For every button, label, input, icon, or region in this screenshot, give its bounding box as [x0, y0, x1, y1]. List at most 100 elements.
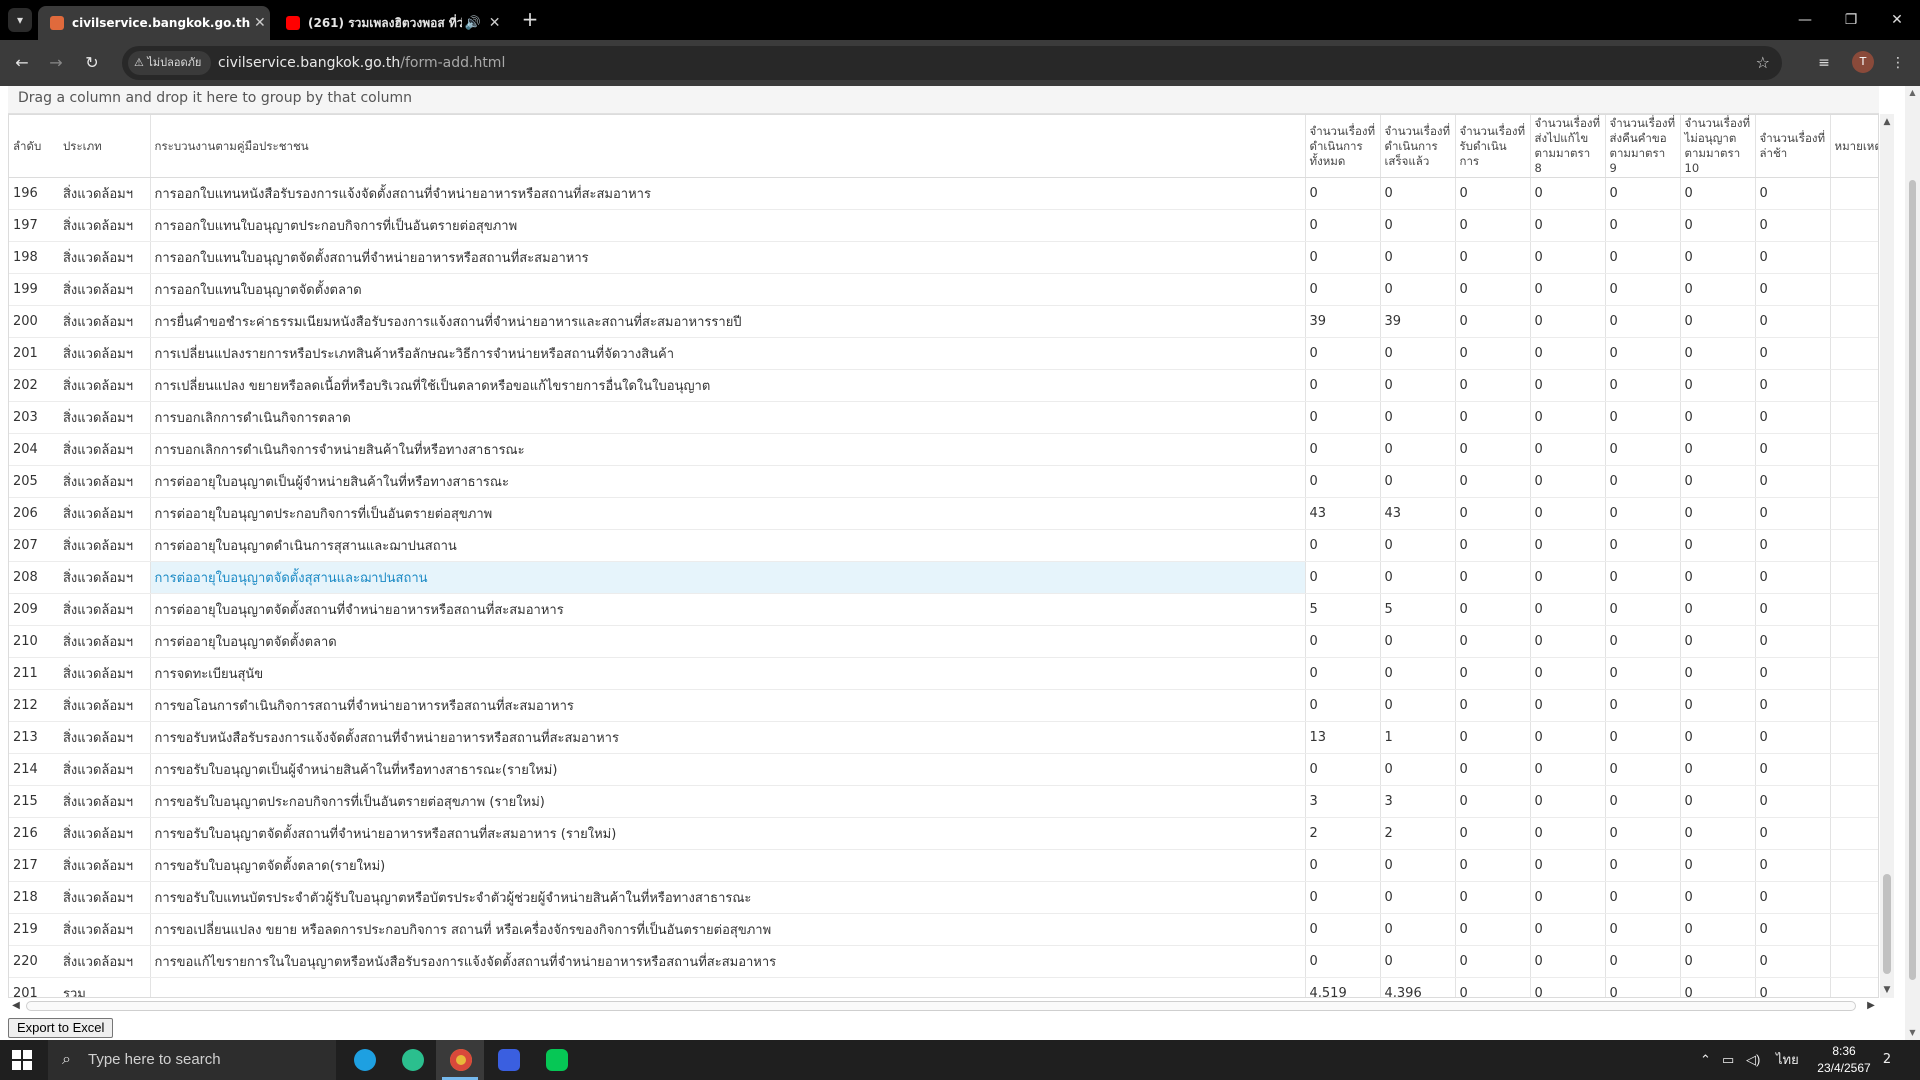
- restore-icon[interactable]: ❐: [1828, 0, 1874, 40]
- not-secure-chip[interactable]: ⚠ ไม่ปลอดภัย: [128, 51, 212, 75]
- cell-process[interactable]: การต่ออายุใบอนุญาตจัดตั้งสถานที่จำหน่ายอ…: [149, 593, 1306, 626]
- cell-process[interactable]: การขอรับหนังสือรับรองการแจ้งจัดตั้งสถานท…: [149, 721, 1306, 754]
- new-tab-button[interactable]: +: [518, 8, 542, 32]
- table-row[interactable]: 212 สิ่งแวดล้อมฯ การขอโอนการดำเนินกิจการสถ…: [9, 689, 1878, 722]
- cell-process[interactable]: การออกใบแทนหนังสือรับรองการแจ้งจัดตั้งสถ…: [149, 177, 1306, 210]
- cell-process[interactable]: การต่ออายุใบอนุญาตดำเนินการสุสานและฌาปนส…: [149, 529, 1306, 562]
- reload-icon[interactable]: ↻: [80, 51, 104, 75]
- cell-process[interactable]: การต่ออายุใบอนุญาตเป็นผู้จำหน่ายสินค้าใน…: [149, 465, 1306, 498]
- tab-civilservice[interactable]: civilservice.bangkok.go.th/forn ✕: [38, 6, 270, 40]
- table-row[interactable]: 203 สิ่งแวดล้อมฯ การบอกเลิกการดำเนินกิจการ…: [9, 401, 1878, 434]
- forward-arrow-icon[interactable]: →: [44, 51, 68, 75]
- cell-process[interactable]: การต่ออายุใบอนุญาตจัดตั้งตลาด: [149, 625, 1306, 658]
- column-header-sec10[interactable]: จำนวนเรื่องที่ไม่อนุญาตตามมาตรา 10: [1680, 115, 1756, 178]
- table-row[interactable]: 214 สิ่งแวดล้อมฯ การขอรับใบอนุญาตเป็นผู้จำ…: [9, 753, 1878, 786]
- cell-process[interactable]: การต่ออายุใบอนุญาตจัดตั้งสุสานและฌาปนสถา…: [149, 561, 1306, 594]
- scroll-right-icon[interactable]: ▶: [1863, 998, 1879, 1014]
- column-header-sec9[interactable]: จำนวนเรื่องที่ส่งคืนคำขอตามมาตรา 9: [1605, 115, 1681, 178]
- cell-process[interactable]: การขอแก้ไขรายการในใบอนุญาตหรือหนังสือรับ…: [149, 945, 1306, 978]
- table-row[interactable]: 219 สิ่งแวดล้อมฯ การขอเปลี่ยนแปลง ขยาย หรื…: [9, 913, 1878, 946]
- tab-search-button[interactable]: ▾: [8, 8, 32, 32]
- cell-process[interactable]: การยื่นคำขอชำระค่าธรรมเนียมหนังสือรับรอง…: [149, 305, 1306, 338]
- taskbar-search-box[interactable]: ⌕ Type here to search: [48, 1040, 336, 1080]
- scroll-thumb[interactable]: [1883, 874, 1891, 974]
- cell-process[interactable]: การขอรับใบอนุญาตจัดตั้งสถานที่จำหน่ายอาห…: [149, 817, 1306, 850]
- page-scroll-down-icon[interactable]: ▼: [1905, 1026, 1920, 1040]
- language-indicator[interactable]: ไทย: [1776, 1040, 1799, 1080]
- profile-avatar[interactable]: T: [1852, 51, 1874, 73]
- page-scroll-up-icon[interactable]: ▲: [1905, 86, 1920, 100]
- cell-process[interactable]: การขอรับใบแทนบัตรประจำตัวผู้รับใบอนุญาตห…: [149, 881, 1306, 914]
- table-row[interactable]: 211 สิ่งแวดล้อมฯ การจดทะเบียนสุนัข 0 0 0 0 0 0 0: [9, 657, 1878, 690]
- table-row[interactable]: 201 สิ่งแวดล้อมฯ การเปลี่ยนแปลงรายการหรือป…: [9, 337, 1878, 370]
- group-by-panel[interactable]: Drag a column and drop it here to group …: [8, 86, 1879, 114]
- cell-process[interactable]: การจดทะเบียนสุนัข: [149, 657, 1306, 690]
- table-row[interactable]: 197 สิ่งแวดล้อมฯ การออกใบแทนใบอนุญาตประกอบ…: [9, 209, 1878, 242]
- cell-process[interactable]: การบอกเลิกการดำเนินกิจการตลาด: [149, 401, 1306, 434]
- cell-process[interactable]: การเปลี่ยนแปลงรายการหรือประเภทสินค้าหรือ…: [149, 337, 1306, 370]
- bookmark-star-icon[interactable]: ☆: [1756, 53, 1770, 72]
- cell-process[interactable]: การบอกเลิกการดำเนินกิจการจำหน่ายสินค้าใน…: [149, 433, 1306, 466]
- cell-process[interactable]: การขอรับใบอนุญาตประกอบกิจการที่เป็นอันตร…: [149, 785, 1306, 818]
- edge-icon[interactable]: [388, 1040, 436, 1080]
- column-header-type[interactable]: ประเภท: [59, 115, 150, 178]
- table-row[interactable]: 216 สิ่งแวดล้อมฯ การขอรับใบอนุญาตจัดตั้งสถ…: [9, 817, 1878, 850]
- table-row[interactable]: 200 สิ่งแวดล้อมฯ การยื่นคำขอชำระค่าธรรมเนี…: [9, 305, 1878, 338]
- cell-process[interactable]: การขอรับใบอนุญาตเป็นผู้จำหน่ายสินค้าในที…: [149, 753, 1306, 786]
- tray-chevron-icon[interactable]: ⌃: [1700, 1040, 1711, 1080]
- network-icon[interactable]: ▭: [1722, 1040, 1734, 1080]
- column-header-received[interactable]: จำนวนเรื่องที่รับดำเนินการ: [1455, 115, 1531, 178]
- media-controls-icon[interactable]: ≡: [1812, 51, 1836, 75]
- grid-horizontal-scrollbar[interactable]: ◀ ▶: [8, 998, 1879, 1014]
- table-row[interactable]: 207 สิ่งแวดล้อมฯ การต่ออายุใบอนุญาตดำเนินก…: [9, 529, 1878, 562]
- address-bar[interactable]: ⚠ ไม่ปลอดภัย civilservice.bangkok.go.th/…: [122, 46, 1782, 80]
- table-row[interactable]: 196 สิ่งแวดล้อมฯ การออกใบแทนหนังสือรับรองก…: [9, 177, 1878, 210]
- table-row[interactable]: 213 สิ่งแวดล้อมฯ การขอรับหนังสือรับรองการแ…: [9, 721, 1878, 754]
- table-row[interactable]: 209 สิ่งแวดล้อมฯ การต่ออายุใบอนุญาตจัดตั้ง…: [9, 593, 1878, 626]
- menu-kebab-icon[interactable]: ⋮: [1886, 51, 1910, 75]
- app-w-icon[interactable]: [484, 1040, 532, 1080]
- total-row[interactable]: 201 รวม 4,519 4,396 0 0 0 0 0: [9, 977, 1878, 997]
- scroll-down-icon[interactable]: ▼: [1880, 982, 1894, 998]
- export-to-excel-button[interactable]: Export to Excel: [8, 1018, 114, 1038]
- table-row[interactable]: 199 สิ่งแวดล้อมฯ การออกใบแทนใบอนุญาตจัดตั้…: [9, 273, 1878, 306]
- table-row[interactable]: 198 สิ่งแวดล้อมฯ การออกใบแทนใบอนุญาตจัดตั้…: [9, 241, 1878, 274]
- column-header-total[interactable]: จำนวนเรื่องที่ดำเนินการทั้งหมด: [1305, 115, 1381, 178]
- table-row[interactable]: 206 สิ่งแวดล้อมฯ การต่ออายุใบอนุญาตประกอบก…: [9, 497, 1878, 530]
- column-header-note[interactable]: หมายเหตุ: [1830, 115, 1878, 178]
- cell-process[interactable]: การต่ออายุใบอนุญาตประกอบกิจการที่เป็นอัน…: [149, 497, 1306, 530]
- minimize-icon[interactable]: —: [1782, 0, 1828, 40]
- chrome-icon[interactable]: [436, 1040, 484, 1080]
- volume-icon[interactable]: ◁): [1746, 1040, 1760, 1080]
- notification-icon[interactable]: 2: [1876, 1050, 1898, 1070]
- table-row[interactable]: 204 สิ่งแวดล้อมฯ การบอกเลิกการดำเนินกิจการ…: [9, 433, 1878, 466]
- line-icon[interactable]: [532, 1040, 580, 1080]
- column-header-no[interactable]: ลำดับ: [9, 115, 59, 178]
- table-row[interactable]: 205 สิ่งแวดล้อมฯ การต่ออายุใบอนุญาตเป็นผู้…: [9, 465, 1878, 498]
- table-row[interactable]: 215 สิ่งแวดล้อมฯ การขอรับใบอนุญาตประกอบกิจ…: [9, 785, 1878, 818]
- table-row[interactable]: 210 สิ่งแวดล้อมฯ การต่ออายุใบอนุญาตจัดตั้ง…: [9, 625, 1878, 658]
- column-header-done[interactable]: จำนวนเรื่องที่ดำเนินการเสร็จแล้ว: [1380, 115, 1456, 178]
- scroll-left-icon[interactable]: ◀: [8, 998, 24, 1014]
- tab-youtube[interactable]: (261) รวมเพลงฮิตวงพอส ที่ว่า 🔊 ✕: [274, 6, 506, 40]
- clock[interactable]: 8:36 23/4/2567: [1804, 1043, 1884, 1077]
- cell-process[interactable]: การขอรับใบอนุญาตจัดตั้งตลาด(รายใหม่): [149, 849, 1306, 882]
- table-row[interactable]: 217 สิ่งแวดล้อมฯ การขอรับใบอนุญาตจัดตั้งตล…: [9, 849, 1878, 882]
- table-row[interactable]: 218 สิ่งแวดล้อมฯ การขอรับใบแทนบัตรประจำตัว…: [9, 881, 1878, 914]
- cell-process[interactable]: การออกใบแทนใบอนุญาตจัดตั้งสถานที่จำหน่าย…: [149, 241, 1306, 274]
- internet-explorer-icon[interactable]: [340, 1040, 388, 1080]
- page-scroll-thumb[interactable]: [1909, 180, 1916, 980]
- scroll-up-icon[interactable]: ▲: [1880, 114, 1894, 130]
- close-window-icon[interactable]: ✕: [1874, 0, 1920, 40]
- url-text[interactable]: civilservice.bangkok.go.th/form-add.html: [218, 46, 505, 80]
- back-arrow-icon[interactable]: ←: [10, 51, 34, 75]
- column-header-late[interactable]: จำนวนเรื่องที่ล่าช้า: [1755, 115, 1831, 178]
- speaker-icon[interactable]: 🔊: [462, 16, 483, 31]
- cell-process[interactable]: [149, 977, 1306, 997]
- column-header-process[interactable]: กระบวนงานตามคู่มือประชาชน: [149, 115, 1306, 178]
- close-tab-icon[interactable]: ✕: [483, 15, 506, 31]
- cell-process[interactable]: การออกใบแทนใบอนุญาตประกอบกิจการที่เป็นอั…: [149, 209, 1306, 242]
- table-row[interactable]: 208 สิ่งแวดล้อมฯ การต่ออายุใบอนุญาตจัดตั้ง…: [9, 561, 1878, 594]
- cell-process[interactable]: การออกใบแทนใบอนุญาตจัดตั้งตลาด: [149, 273, 1306, 306]
- cell-process[interactable]: การขอโอนการดำเนินกิจการสถานที่จำหน่ายอาห…: [149, 689, 1306, 722]
